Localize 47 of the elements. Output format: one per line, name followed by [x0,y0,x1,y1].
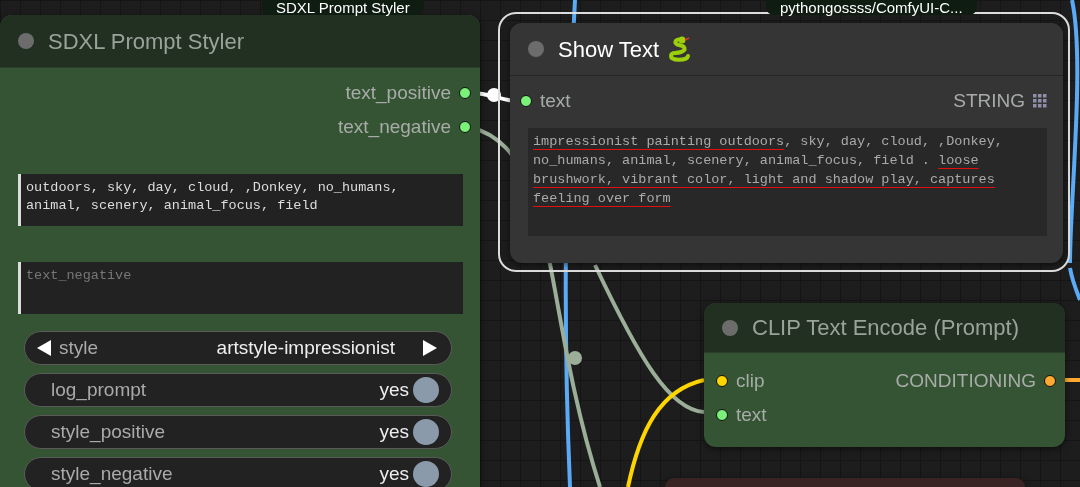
combo-value: artstyle-impressionist [216,335,395,360]
node-title: CLIP Text Encode (Prompt) [752,314,1019,342]
snake-icon [667,36,692,62]
arrow-left-icon[interactable] [35,339,53,357]
wire [1063,378,1080,382]
node-title-tooltip: SDXL Prompt Styler [262,0,424,15]
toggle-row[interactable]: style_positive yes [24,415,452,449]
toggle-value: yes [379,419,409,444]
arrow-right-icon[interactable] [421,339,439,357]
output-label: CONDITIONING [895,368,1036,393]
wire-node[interactable] [487,88,501,102]
output-text: impressionist painting outdoors, sky, day, cloud, ,Donkey, no_humans, animal, scenery, animal_focus, field . loose brushwork, vibrant color, light and shadow play, captures feeling over form [528,128,1047,236]
toggle-knob[interactable] [413,377,439,403]
toggle-label: log_prompt [51,377,147,403]
prompt-textarea[interactable]: outdoors, sky, day, cloud, ,Donkey, no_humans, animal, scenery, animal_focus, field [18,174,463,226]
toggle-row[interactable]: log_prompt yes [24,373,452,407]
slot-dot[interactable] [716,409,728,421]
node-title: Show Text [558,35,660,64]
toggle-label: style_negative [51,461,173,487]
output-label: text_positive [345,80,451,106]
prompt-textarea[interactable]: text_negative [18,262,463,314]
type-label: STRING [953,88,1025,113]
style-combo[interactable]: style artstyle-impressionist [24,331,452,365]
slot-dot[interactable] [1044,375,1056,387]
slot-dot[interactable] [716,375,728,387]
input-label: text [736,402,767,427]
wire-node[interactable] [568,351,582,365]
node-title: SDXL Prompt Styler [48,27,245,56]
toggle-label: style_positive [51,419,166,445]
slot-dot[interactable] [459,121,471,133]
grid-icon[interactable] [1033,94,1047,108]
collapse-dot-icon[interactable] [528,41,544,57]
input-label: clip [736,368,765,393]
combo-label: style [59,335,99,360]
collapse-dot-icon[interactable] [722,319,738,336]
toggle-value: yes [379,377,409,402]
collapse-dot-icon[interactable] [18,33,34,49]
toggle-value: yes [379,461,409,486]
input-label: text [540,88,571,113]
toggle-knob[interactable] [413,461,439,487]
wire [1068,267,1080,301]
toggle-knob[interactable] [413,419,439,445]
node-title-tooltip: pythongossss/ComfyUI-C... [766,0,977,15]
output-label: text_negative [337,114,451,140]
slot-dot[interactable] [459,87,471,99]
slot-dot[interactable] [520,95,532,107]
toggle-row[interactable]: style_negative yes [24,457,452,487]
